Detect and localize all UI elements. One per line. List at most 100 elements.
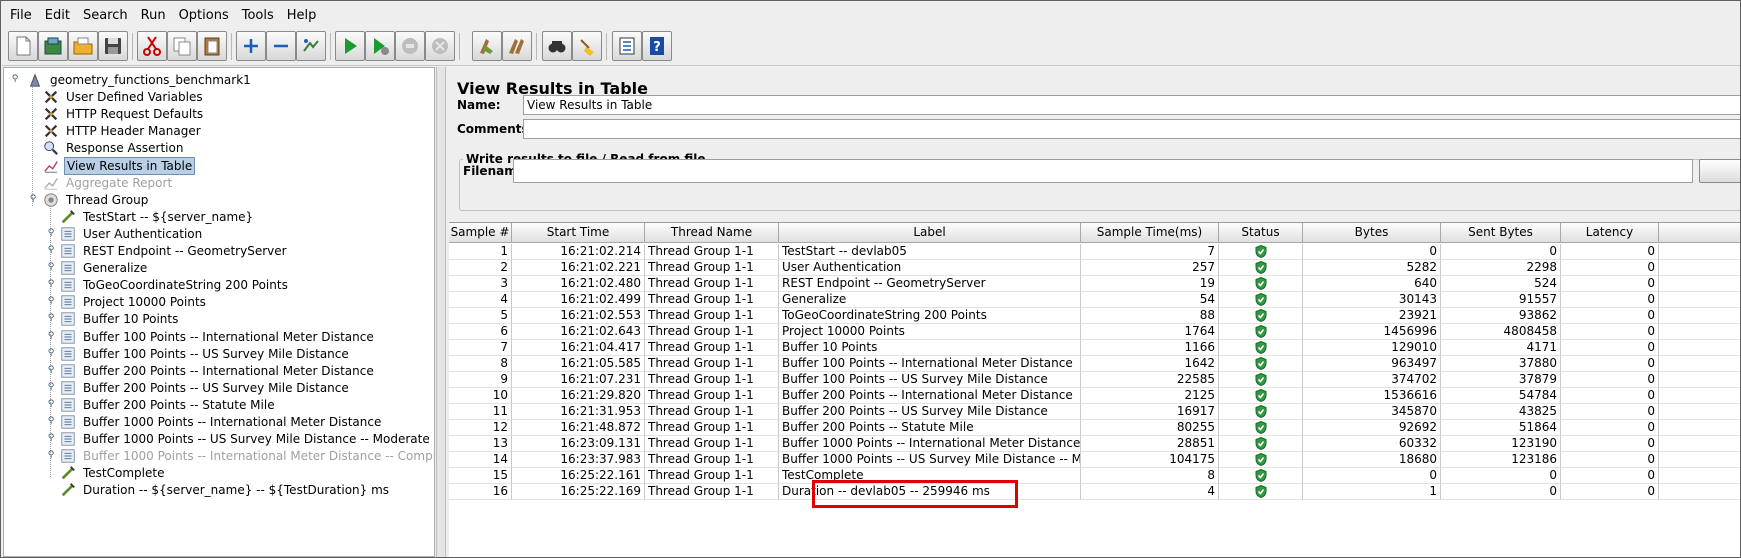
menu-edit[interactable]: Edit	[45, 8, 70, 23]
table-row[interactable]: 15 16:25:22.161 Thread Group 1-1 TestComple…	[449, 468, 1740, 484]
menu-options[interactable]: Options	[179, 8, 229, 23]
table-row[interactable]: 3 16:21:02.480 Thread Group 1-1 REST Endpoi…	[449, 276, 1740, 292]
table-row[interactable]: 13 16:23:09.131 Thread Group 1-1 Buffer 100…	[449, 436, 1740, 452]
tree-node-rest-endpoint-geometryserver[interactable]: REST Endpoint -- GeometryServer	[59, 242, 289, 260]
collapse-all-button[interactable]	[266, 31, 296, 61]
comments-field[interactable]	[523, 119, 1740, 139]
tree-node-buffer-1000-points-international-meter-distance-complex[interactable]: Buffer 1000 Points -- International Mete…	[59, 447, 434, 465]
column-header-sent-bytes[interactable]: Sent Bytes	[1441, 223, 1561, 243]
tree-node-thread-group[interactable]: Thread Group	[42, 191, 150, 209]
success-shield-icon	[1255, 261, 1266, 274]
open-button[interactable]	[68, 31, 98, 61]
tree-node-user-authentication[interactable]: User Authentication	[59, 225, 204, 243]
menu-help[interactable]: Help	[287, 8, 317, 23]
copy-button[interactable]	[167, 31, 197, 61]
menu-search[interactable]: Search	[83, 8, 128, 23]
name-field[interactable]: View Results in Table	[523, 95, 1740, 115]
paste-button[interactable]	[197, 31, 227, 61]
tree-node-testcomplete[interactable]: TestComplete	[59, 464, 166, 482]
tree-expand-handle[interactable]: ⚲	[46, 365, 56, 375]
tree-expand-handle[interactable]: ⚲	[46, 416, 56, 426]
column-header-sample[interactable]: Sample #	[449, 223, 512, 243]
table-row[interactable]: 7 16:21:04.417 Thread Group 1-1 Buffer 10 P…	[449, 340, 1740, 356]
tree-expand-handle[interactable]: ⚲	[46, 296, 56, 306]
reset-search-button[interactable]	[572, 31, 602, 61]
tree-expand-handle[interactable]: ⚲	[28, 194, 38, 204]
column-header-start-time[interactable]: Start Time	[512, 223, 645, 243]
tree-expand-handle[interactable]: ⚲	[46, 399, 56, 409]
toggle-button[interactable]	[296, 31, 326, 61]
stop-button[interactable]	[395, 31, 425, 61]
table-row[interactable]: 5 16:21:02.553 Thread Group 1-1 ToGeoCoordi…	[449, 308, 1740, 324]
tree-node-duration-server-name-testduration-ms[interactable]: Duration -- ${server_name} -- ${TestDura…	[59, 481, 391, 499]
tree-node-buffer-100-points-us-survey-mile-distance[interactable]: Buffer 100 Points -- US Survey Mile Dist…	[59, 345, 351, 363]
column-header-bytes[interactable]: Bytes	[1303, 223, 1441, 243]
tree-expand-handle[interactable]: ⚲	[46, 433, 56, 443]
tree-expand-handle[interactable]: ⚲	[46, 348, 56, 358]
tree-node-teststart-server-name[interactable]: TestStart -- ${server_name}	[59, 208, 255, 226]
help-button[interactable]: ?	[642, 31, 672, 61]
tree-node-buffer-200-points-us-survey-mile-distance[interactable]: Buffer 200 Points -- US Survey Mile Dist…	[59, 379, 351, 397]
menu-file[interactable]: File	[10, 8, 32, 23]
tree-node-buffer-100-points-international-meter-distance[interactable]: Buffer 100 Points -- International Meter…	[59, 328, 376, 346]
tree-expand-handle[interactable]: ⚲	[46, 262, 56, 272]
tree-expand-handle[interactable]: ⚲	[46, 331, 56, 341]
menu-run[interactable]: Run	[141, 8, 166, 23]
tree-node-buffer-1000-points-international-meter-distance[interactable]: Buffer 1000 Points -- International Mete…	[59, 413, 383, 431]
tree-node-geometry-functions-benchmark1[interactable]: geometry_functions_benchmark1	[26, 71, 253, 89]
tree-expand-handle[interactable]: ⚲	[46, 382, 56, 392]
menu-tools[interactable]: Tools	[242, 8, 274, 23]
tree-expand-handle[interactable]: ⚲	[46, 228, 56, 238]
table-row[interactable]: 14 16:23:37.983 Thread Group 1-1 Buffer 100…	[449, 452, 1740, 468]
clear-button[interactable]	[472, 31, 502, 61]
tree-node-aggregate-report[interactable]: Aggregate Report	[42, 174, 174, 192]
column-header-status[interactable]: Status	[1219, 223, 1303, 243]
table-row[interactable]: 2 16:21:02.221 Thread Group 1-1 User Authen…	[449, 260, 1740, 276]
start-no-pauses-button[interactable]	[365, 31, 395, 61]
new-button[interactable]	[8, 31, 38, 61]
table-row[interactable]: 8 16:21:05.585 Thread Group 1-1 Buffer 100 …	[449, 356, 1740, 372]
save-button[interactable]	[98, 31, 128, 61]
table-cell-filler	[1659, 276, 1740, 292]
cut-button[interactable]	[137, 31, 167, 61]
clear-all-button[interactable]	[502, 31, 532, 61]
table-row[interactable]: 9 16:21:07.231 Thread Group 1-1 Buffer 100 …	[449, 372, 1740, 388]
tree-node-generalize[interactable]: Generalize	[59, 259, 149, 277]
tree-node-view-results-in-table[interactable]: View Results in Table	[42, 156, 196, 175]
table-row[interactable]: 12 16:21:48.872 Thread Group 1-1 Buffer 200…	[449, 420, 1740, 436]
table-row[interactable]: 1 16:21:02.214 Thread Group 1-1 TestStart -…	[449, 244, 1740, 260]
tree-node-buffer-1000-points-us-survey-mile-distance-moderate[interactable]: Buffer 1000 Points -- US Survey Mile Dis…	[59, 430, 432, 448]
tree-node-response-assertion[interactable]: Response Assertion	[42, 139, 185, 157]
templates-button[interactable]	[38, 31, 68, 61]
table-row[interactable]: 4 16:21:02.499 Thread Group 1-1 Generalize 5…	[449, 292, 1740, 308]
table-row[interactable]: 10 16:21:29.820 Thread Group 1-1 Buffer 200…	[449, 388, 1740, 404]
start-button[interactable]	[335, 31, 365, 61]
table-row[interactable]: 16 16:25:22.169 Thread Group 1-1 Duration -…	[449, 484, 1740, 500]
filename-field[interactable]	[513, 159, 1693, 183]
column-header-thread-name[interactable]: Thread Name	[645, 223, 779, 243]
table-row[interactable]: 6 16:21:02.643 Thread Group 1-1 Project 100…	[449, 324, 1740, 340]
tree-expand-handle[interactable]: ⚲	[46, 245, 56, 255]
function-helper-button[interactable]	[612, 31, 642, 61]
tree-node-user-defined-variables[interactable]: User Defined Variables	[42, 88, 205, 106]
tree-expand-handle[interactable]: ⚲	[46, 450, 56, 460]
tree-node-buffer-10-points[interactable]: Buffer 10 Points	[59, 310, 180, 328]
search-button[interactable]	[542, 31, 572, 61]
tree-expand-handle[interactable]: ⚲	[10, 74, 20, 84]
shutdown-button[interactable]	[425, 31, 455, 61]
tree-node-togeocoordinatestring-200-points[interactable]: ToGeoCoordinateString 200 Points	[59, 276, 290, 294]
column-header-label[interactable]: Label	[779, 223, 1081, 243]
tree-expand-handle[interactable]: ⚲	[46, 313, 56, 323]
column-header-latency[interactable]: Latency	[1561, 223, 1659, 243]
tree-expand-handle[interactable]: ⚲	[46, 279, 56, 289]
browse-button[interactable]	[1699, 159, 1740, 183]
split-pane-divider[interactable]	[436, 67, 446, 557]
column-header-sample-time-ms[interactable]: Sample Time(ms)	[1081, 223, 1219, 243]
expand-all-button[interactable]	[236, 31, 266, 61]
tree-node-project-10000-points[interactable]: Project 10000 Points	[59, 293, 208, 311]
tree-node-http-request-defaults[interactable]: HTTP Request Defaults	[42, 105, 205, 123]
tree-node-http-header-manager[interactable]: HTTP Header Manager	[42, 122, 203, 140]
table-row[interactable]: 11 16:21:31.953 Thread Group 1-1 Buffer 200…	[449, 404, 1740, 420]
tree-node-buffer-200-points-statute-mile[interactable]: Buffer 200 Points -- Statute Mile	[59, 396, 277, 414]
tree-node-buffer-200-points-international-meter-distance[interactable]: Buffer 200 Points -- International Meter…	[59, 362, 376, 380]
